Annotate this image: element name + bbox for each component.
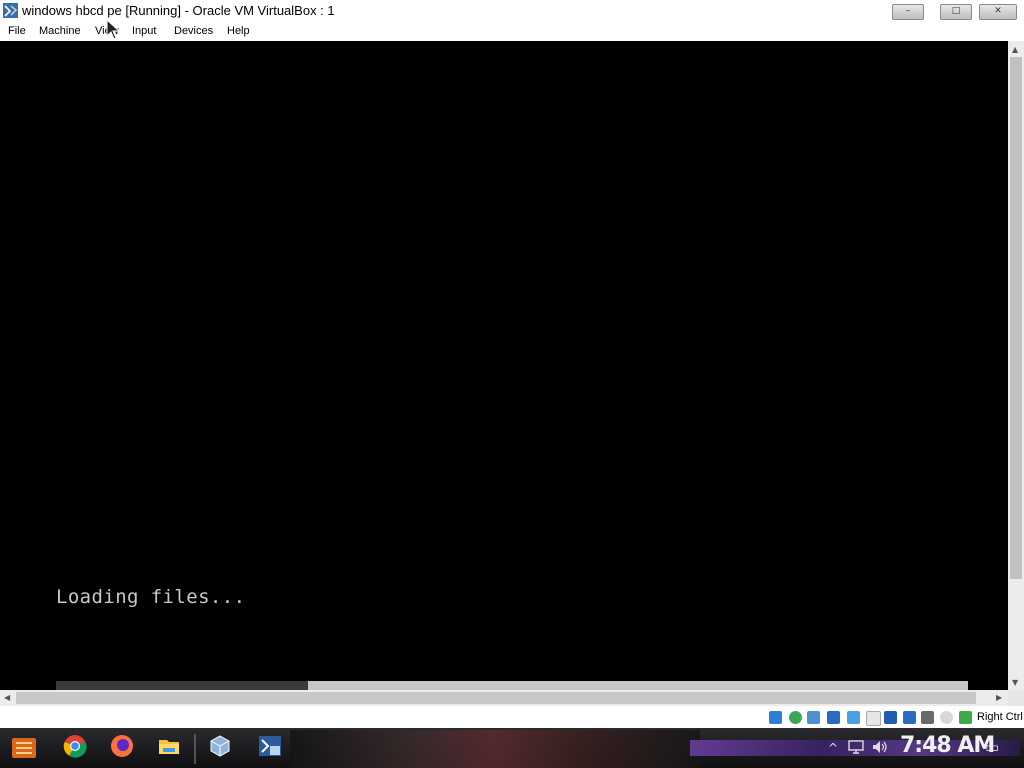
taskbar-wallpaper-art [290, 730, 700, 768]
scroll-right-arrow-icon[interactable]: ▶ [996, 693, 1002, 703]
network-icon[interactable] [827, 711, 840, 724]
keyboard-capture-icon[interactable] [959, 711, 972, 724]
hard-disk-icon[interactable] [769, 711, 782, 724]
virtualbox-vm-icon[interactable] [258, 734, 282, 758]
scroll-down-arrow-icon[interactable]: ▼ [1012, 678, 1018, 688]
start-icon[interactable] [10, 734, 38, 762]
title-bar[interactable]: windows hbcd pe [Running] - Oracle VM Vi… [0, 0, 1024, 22]
menu-devices[interactable]: Devices [174, 25, 213, 37]
display-icon[interactable] [884, 711, 897, 724]
taskbar-separator [194, 734, 196, 764]
window-title: windows hbcd pe [Running] - Oracle VM Vi… [22, 3, 335, 18]
scroll-up-arrow-icon[interactable]: ▲ [1012, 45, 1018, 55]
virtualbox-icon[interactable] [208, 734, 232, 758]
host-key-label: Right Ctrl [977, 711, 1023, 723]
file-explorer-icon[interactable] [157, 734, 181, 758]
vertical-scroll-thumb[interactable] [1010, 57, 1022, 579]
network-tray-icon[interactable] [848, 740, 864, 754]
horizontal-scroll-thumb[interactable] [16, 692, 976, 704]
mouse-integration-icon[interactable] [940, 711, 953, 724]
video-capture-icon[interactable] [903, 711, 916, 724]
notification-icon[interactable]: ▭ [985, 738, 999, 756]
menu-file[interactable]: File [8, 25, 26, 37]
volume-tray-icon[interactable] [872, 740, 888, 754]
usb-icon[interactable] [847, 711, 860, 724]
tray-overflow-icon[interactable]: ^ [828, 741, 838, 755]
mouse-cursor-icon [106, 19, 121, 40]
firefox-icon[interactable] [110, 734, 134, 758]
close-button[interactable]: ✕ [979, 4, 1017, 20]
taskbar-clock[interactable]: 7:48 AM [900, 733, 995, 758]
scrollbar-corner [1008, 690, 1024, 706]
menu-input[interactable]: Input [132, 25, 156, 37]
menu-machine[interactable]: Machine [39, 25, 81, 37]
virtualization-icon[interactable] [921, 711, 934, 724]
shared-folders-icon[interactable] [866, 711, 881, 726]
optical-drive-icon[interactable] [789, 711, 802, 724]
guest-progress-fill [56, 681, 308, 690]
minimize-button[interactable]: – [892, 4, 924, 20]
virtualbox-app-icon [3, 3, 18, 18]
audio-icon[interactable] [807, 711, 820, 724]
chrome-icon[interactable] [63, 734, 87, 758]
console-loading-text: Loading files... [56, 586, 246, 608]
maximize-button[interactable]: □ [940, 4, 972, 20]
scroll-left-arrow-icon[interactable]: ◀ [4, 693, 10, 703]
menu-help[interactable]: Help [227, 25, 250, 37]
menu-bar: File Machine View Input Devices Help [0, 22, 1024, 41]
